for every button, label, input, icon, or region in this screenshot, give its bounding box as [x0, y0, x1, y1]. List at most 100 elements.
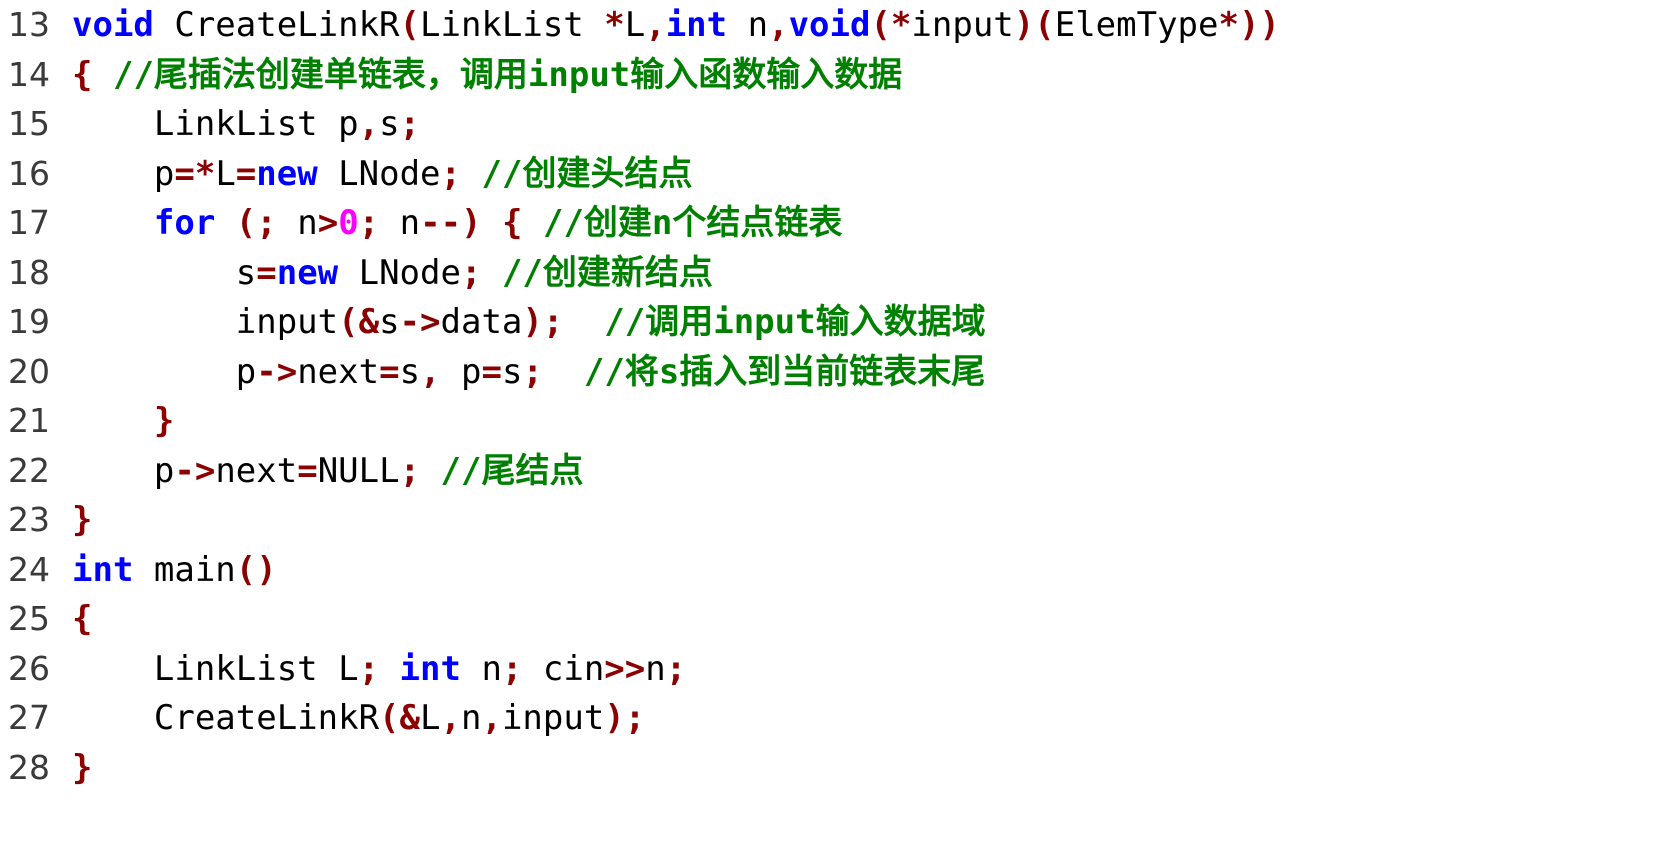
token-punct: = [297, 450, 318, 491]
token-punct: =* [174, 153, 216, 194]
code-line[interactable]: 14 { //尾插法创建单链表，调用input输入函数输入数据 [0, 50, 1659, 100]
line-number: 21 [8, 401, 50, 440]
token-punct: ( [399, 5, 421, 45]
token-punct: , [358, 104, 380, 144]
code-line[interactable]: 17 for (; n>0; n--) { //创建n个结点链表 [0, 198, 1659, 248]
token-kw: int [399, 648, 461, 689]
line-number: 23 [8, 500, 50, 539]
code-line[interactable]: 21 } [0, 396, 1659, 446]
code-line[interactable]: 23} [0, 495, 1659, 545]
code-line-text: { //尾插法创建单链表，调用input输入函数输入数据 [72, 51, 902, 101]
line-number: 19 [8, 302, 50, 341]
token-plain: n [276, 203, 318, 243]
token-punct: , [645, 5, 666, 45]
token-plain: n [727, 5, 769, 45]
token-num: 0 [338, 203, 359, 243]
token-plain: cin [522, 648, 605, 689]
token-plain: data [440, 302, 523, 342]
token-punct: = [235, 153, 257, 194]
token-plain: NULL [317, 450, 400, 491]
token-plain: s [379, 104, 400, 144]
code-line-text: for (; n>0; n--) { //创建n个结点链表 [72, 199, 843, 249]
code-line-text: } [72, 744, 92, 794]
token-kw: void [72, 5, 154, 45]
token-plain: CreateLinkR [153, 5, 400, 45]
token-punct: ; [358, 203, 380, 243]
token-comment: //调用input输入数据域 [604, 302, 986, 342]
token-punct: { [72, 54, 93, 95]
code-line[interactable]: 18 s=new LNode; //创建新结点 [0, 248, 1659, 298]
token-punct: )( [1013, 5, 1055, 45]
code-line-text: p->next=s, p=s; //将s插入到当前链表末尾 [72, 348, 986, 398]
token-plain: L [624, 5, 646, 45]
token-kw: int [665, 5, 728, 45]
token-plain: n [460, 648, 502, 689]
code-line[interactable]: 15 LinkList p,s; [0, 99, 1659, 149]
token-plain: next [215, 450, 298, 491]
token-punct: ; [358, 648, 380, 689]
token-plain: LinkList [420, 5, 605, 45]
token-plain: LNode [317, 153, 441, 194]
code-line[interactable]: 24 int main() [0, 545, 1659, 595]
token-punct: --) [420, 203, 482, 243]
code-line-text: } [72, 397, 174, 447]
token-punct: , [440, 698, 461, 738]
code-line-text: void CreateLinkR(LinkList *L,int n,void(… [72, 1, 1280, 51]
line-number: 17 [8, 203, 50, 242]
code-line-text: input(&s->data); //调用input输入数据域 [72, 298, 986, 348]
code-line[interactable]: 19 input(&s->data); //调用input输入数据域 [0, 297, 1659, 347]
token-plain: s [379, 302, 400, 342]
code-line[interactable]: 16 p=*L=new LNode; //创建头结点 [0, 149, 1659, 199]
code-line[interactable]: 13 void CreateLinkR(LinkList *L,int n,voi… [0, 0, 1659, 50]
code-line[interactable]: 28} [0, 743, 1659, 793]
code-line-text: p->next=NULL; //尾结点 [72, 447, 584, 497]
token-punct: ; [665, 648, 687, 689]
token-punct: ; [460, 252, 482, 293]
code-line[interactable]: 20 p->next=s, p=s; //将s插入到当前链表末尾 [0, 347, 1659, 397]
token-punct: (& [338, 302, 380, 342]
token-plain: n [645, 648, 666, 689]
token-punct: , [481, 698, 502, 738]
code-line[interactable]: 26 LinkList L; int n; cin>>n; [0, 644, 1659, 694]
code-editor[interactable]: 13 void CreateLinkR(LinkList *L,int n,voi… [0, 0, 1659, 847]
code-line[interactable]: 22 p->next=NULL; //尾结点 [0, 446, 1659, 496]
token-punct: = [256, 252, 277, 293]
line-number: 28 [8, 747, 50, 787]
token-punct: ; [399, 104, 421, 144]
token-punct: () [235, 549, 277, 590]
token-comment: //尾插法创建单链表，调用input输入函数输入数据 [112, 54, 903, 95]
token-punct: = [481, 351, 502, 392]
token-plain: ElemType [1054, 5, 1219, 45]
token-plain: LinkList L [72, 648, 359, 689]
token-punct: ); [522, 302, 564, 342]
token-punct: (* [870, 5, 912, 45]
token-kw: new [276, 252, 339, 293]
token-plain: n [460, 698, 482, 738]
token-punct: *)) [1218, 5, 1280, 45]
token-punct: = [379, 351, 400, 392]
token-plain: main [133, 549, 236, 590]
token-plain: L [420, 698, 441, 738]
token-kw: for [153, 203, 216, 243]
code-line[interactable]: 27 CreateLinkR(&L,n,input); [0, 693, 1659, 743]
code-line-text: int main() [72, 546, 277, 596]
token-punct: (; [235, 203, 277, 243]
token-plain: p [72, 450, 175, 491]
token-punct: (& [379, 698, 420, 738]
code-line[interactable]: 25 { [0, 594, 1659, 644]
token-punct: } [72, 747, 93, 788]
token-kw: void [788, 5, 871, 45]
token-plain: p [440, 351, 482, 392]
token-punct: } [72, 500, 93, 540]
token-punct: -> [174, 450, 216, 491]
token-comment: //创建头结点 [481, 153, 693, 194]
line-number: 20 [8, 351, 50, 391]
token-punct: ); [604, 698, 646, 738]
token-plain: input [501, 698, 605, 738]
token-plain: s [399, 351, 421, 392]
